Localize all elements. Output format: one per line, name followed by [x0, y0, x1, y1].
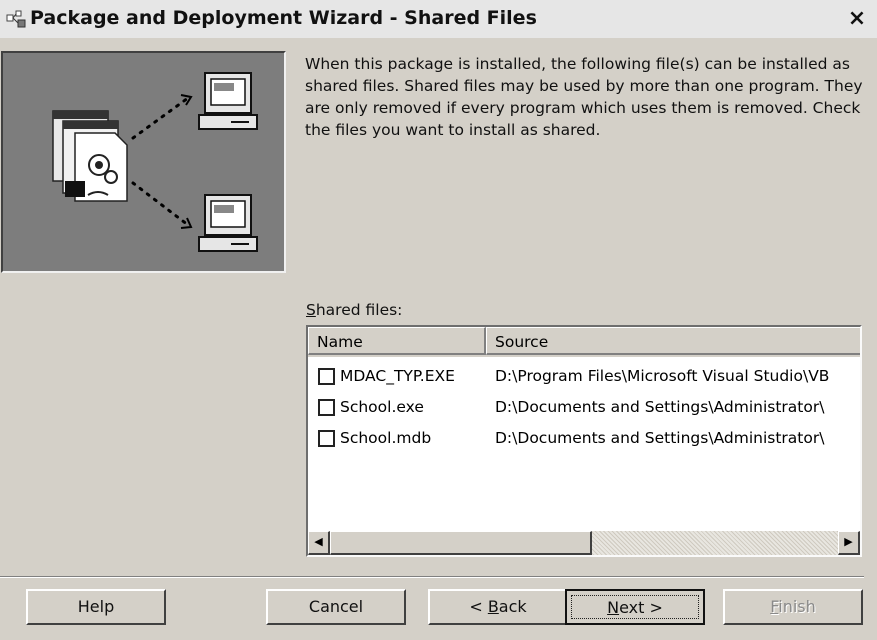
share-checkbox[interactable]: [318, 430, 335, 447]
column-header-name[interactable]: Name: [308, 327, 486, 355]
close-button[interactable]: ×: [845, 7, 869, 31]
file-source: D:\Documents and Settings\Administrator\: [495, 398, 825, 416]
list-item[interactable]: School.mdb D:\Documents and Settings\Adm…: [308, 425, 860, 455]
finish-button-rest: inish: [778, 597, 816, 616]
list-item[interactable]: School.exe D:\Documents and Settings\Adm…: [308, 394, 860, 424]
description-text: When this package is installed, the foll…: [305, 55, 863, 139]
next-button-rest: ext >: [619, 598, 663, 617]
window-title: Package and Deployment Wizard - Shared F…: [30, 7, 537, 29]
back-button-prefix: <: [469, 597, 488, 616]
cancel-button[interactable]: Cancel: [266, 589, 406, 625]
file-name: School.mdb: [340, 429, 432, 447]
scroll-left-arrow-icon[interactable]: ◀: [308, 531, 330, 555]
button-separator: [0, 576, 864, 578]
scrollbar-thumb[interactable]: [330, 531, 592, 555]
title-bar: Package and Deployment Wizard - Shared F…: [0, 0, 877, 38]
horizontal-scrollbar[interactable]: ◀ ▶: [308, 531, 860, 555]
next-button-mnemonic: N: [607, 598, 620, 617]
help-button[interactable]: Help: [26, 589, 166, 625]
shared-files-label-rest: hared files:: [315, 301, 403, 319]
next-button[interactable]: Next >: [565, 589, 705, 625]
shared-files-label: Shared files:: [306, 301, 402, 319]
next-button-focus-rect: Next >: [571, 595, 699, 619]
list-item[interactable]: MDAC_TYP.EXE D:\Program Files\Microsoft …: [308, 363, 860, 393]
share-checkbox[interactable]: [318, 368, 335, 385]
back-button[interactable]: < Back: [428, 589, 568, 625]
wizard-app-icon: [6, 10, 26, 28]
file-name: School.exe: [340, 398, 424, 416]
wizard-illustration: [1, 51, 286, 273]
file-name: MDAC_TYP.EXE: [340, 367, 455, 385]
scroll-right-arrow-icon[interactable]: ▶: [838, 531, 860, 555]
package-deploy-illustration: [52, 72, 258, 252]
file-source: D:\Documents and Settings\Administrator\: [495, 429, 825, 447]
list-header: Name Source: [308, 327, 860, 357]
back-button-mnemonic: B: [487, 597, 499, 616]
back-button-rest: ack: [498, 597, 527, 616]
shared-files-list[interactable]: Name Source MDAC_TYP.EXE D:\Program File…: [306, 325, 862, 557]
file-source: D:\Program Files\Microsoft Visual Studio…: [495, 367, 830, 385]
shared-files-label-mnemonic: S: [306, 301, 316, 319]
share-checkbox[interactable]: [318, 399, 335, 416]
finish-button[interactable]: Finish: [723, 589, 863, 625]
column-header-source[interactable]: Source: [486, 327, 860, 355]
